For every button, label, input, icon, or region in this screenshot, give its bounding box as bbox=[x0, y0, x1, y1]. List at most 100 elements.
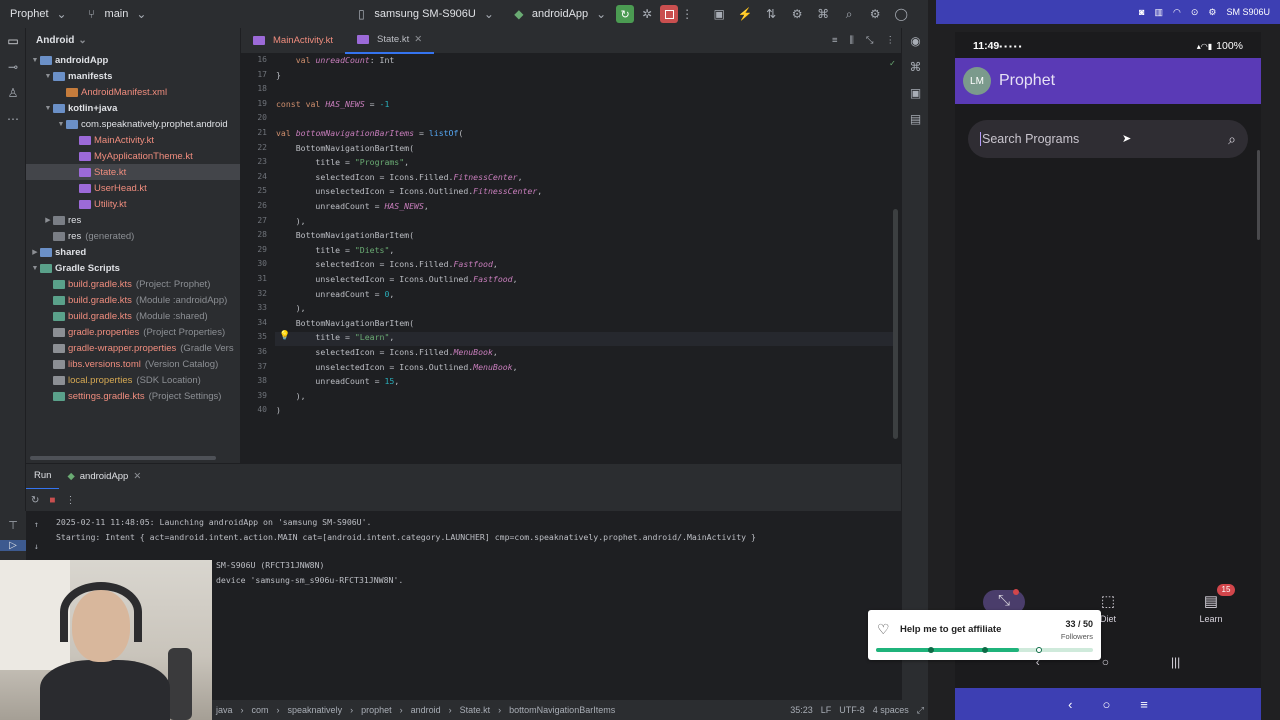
nav-item-learn[interactable]: ▤ Learn bbox=[1181, 592, 1241, 624]
search-icon[interactable]: ⌕ bbox=[1228, 131, 1236, 148]
breadcrumb-item[interactable]: State.kt bbox=[456, 705, 495, 715]
breadcrumb-item[interactable]: android bbox=[407, 705, 445, 715]
reader-mode-icon[interactable]: ≡ bbox=[826, 35, 844, 46]
cursor-position[interactable]: 35:23 bbox=[786, 705, 817, 715]
tree-item[interactable]: res (generated) bbox=[26, 228, 240, 244]
lightbulb-icon[interactable]: 💡 bbox=[279, 331, 290, 341]
stop-button[interactable] bbox=[660, 5, 679, 23]
tree-item[interactable]: ▶ shared bbox=[26, 244, 240, 260]
notifications-icon[interactable]: ◉ bbox=[902, 28, 929, 54]
chevron-down-icon[interactable]: ▼ bbox=[43, 73, 53, 80]
rerun-button[interactable]: ↻ bbox=[616, 5, 635, 23]
close-icon[interactable]: ✕ bbox=[414, 34, 422, 45]
vibrate-icon[interactable]: ▥ bbox=[1154, 7, 1163, 18]
chevron-down-icon[interactable]: ▼ bbox=[30, 57, 40, 64]
tree-item[interactable]: build.gradle.kts (Module :androidApp) bbox=[26, 292, 240, 308]
close-icon[interactable]: ✕ bbox=[133, 471, 141, 482]
terminal-icon[interactable]: ⊤ bbox=[0, 519, 26, 532]
run-config-tab[interactable]: ◆ androidApp ✕ bbox=[59, 471, 149, 482]
debug-icon[interactable]: ✲ bbox=[638, 7, 656, 21]
run-icon[interactable]: ▷ bbox=[0, 540, 26, 551]
back-icon[interactable]: ‹ bbox=[1068, 697, 1072, 712]
tree-item[interactable]: AndroidManifest.xml bbox=[26, 84, 240, 100]
tree-item[interactable]: ▶ res bbox=[26, 212, 240, 228]
run-config-selector[interactable]: ◆ androidApp ⌄ bbox=[504, 7, 616, 21]
headphones-icon[interactable]: ◠ bbox=[1173, 7, 1181, 18]
settings-icon[interactable]: ⚙ bbox=[866, 7, 884, 21]
run-tab[interactable]: Run bbox=[26, 464, 60, 490]
chevron-right-icon[interactable]: ▶ bbox=[30, 248, 40, 256]
more-tools-icon[interactable]: ⋯ bbox=[0, 106, 26, 132]
tree-item[interactable]: ▼ com.speaknatively.prophet.android bbox=[26, 116, 240, 132]
tree-item[interactable]: settings.gradle.kts (Project Settings) bbox=[26, 388, 240, 404]
tree-item[interactable]: UserHead.kt bbox=[26, 180, 240, 196]
breadcrumb-item[interactable]: com bbox=[248, 705, 273, 715]
rerun-icon[interactable]: ↻ bbox=[31, 495, 39, 506]
tree-item[interactable]: gradle.properties (Project Properties) bbox=[26, 324, 240, 340]
code-editor[interactable]: 16 val unreadCount: Int 17} 18 19 const val … bbox=[241, 54, 901, 463]
project-switcher[interactable]: Prophet ⌄ bbox=[0, 7, 77, 21]
more-icon[interactable]: ⋮ bbox=[65, 495, 75, 506]
tree-item[interactable]: MainActivity.kt bbox=[26, 132, 240, 148]
more-icon[interactable]: ⋮ bbox=[678, 7, 696, 21]
search-icon[interactable]: ⌕ bbox=[840, 7, 858, 22]
sync-icon[interactable]: ⇅ bbox=[762, 7, 780, 21]
more-icon[interactable]: ⋮ bbox=[880, 35, 902, 46]
tree-item[interactable]: ▼ kotlin+java bbox=[26, 100, 240, 116]
tree-item[interactable]: MyApplicationTheme.kt bbox=[26, 148, 240, 164]
apply-changes-icon[interactable]: ⚡ bbox=[736, 7, 754, 21]
emulator-icon[interactable]: ▤ bbox=[902, 106, 929, 132]
file-encoding[interactable]: UTF-8 bbox=[835, 705, 869, 715]
tree-item[interactable]: libs.versions.toml (Version Catalog) bbox=[26, 356, 240, 372]
tab-state[interactable]: State.kt ✕ bbox=[345, 28, 435, 54]
device-manager-icon[interactable]: ▣ bbox=[710, 7, 728, 21]
device-explorer-icon[interactable]: ▣ bbox=[902, 80, 929, 106]
down-arrow-icon[interactable]: ↓ bbox=[34, 541, 39, 551]
device-link[interactable]: SM-S906U (RFCT31JNW8N) bbox=[216, 560, 324, 570]
gradle-icon[interactable]: ⌘ bbox=[902, 54, 929, 80]
tree-item[interactable]: ▼ manifests bbox=[26, 68, 240, 84]
tab-main-activity[interactable]: MainActivity.kt bbox=[241, 28, 345, 54]
chevron-down-icon[interactable]: ▼ bbox=[56, 121, 66, 128]
build-icon[interactable]: ⚙ bbox=[788, 7, 806, 21]
tree-item[interactable]: build.gradle.kts (Module :shared) bbox=[26, 308, 240, 324]
stop-icon[interactable]: ■ bbox=[49, 495, 55, 506]
gear-icon[interactable]: ⚙ bbox=[1208, 7, 1216, 18]
tree-item[interactable]: gradle-wrapper.properties (Gradle Vers bbox=[26, 340, 240, 356]
tree-item[interactable]: local.properties (SDK Location) bbox=[26, 372, 240, 388]
tree-item[interactable]: ▼ androidApp bbox=[26, 52, 240, 68]
camera-icon[interactable]: ◙ bbox=[1139, 7, 1144, 17]
avatar[interactable]: LM bbox=[963, 67, 991, 95]
collapse-icon[interactable]: ⤡ bbox=[860, 35, 880, 46]
branch-switcher[interactable]: ⑂ main ⌄ bbox=[77, 7, 157, 21]
project-view-icon[interactable]: ▭ bbox=[0, 28, 26, 54]
chevron-down-icon[interactable]: ▼ bbox=[43, 105, 53, 112]
commit-icon[interactable]: ⊸ bbox=[0, 54, 26, 80]
chevron-right-icon[interactable]: ▶ bbox=[43, 216, 53, 224]
translate-icon[interactable]: ⌘ bbox=[814, 7, 832, 21]
phone-scrollbar[interactable] bbox=[1257, 150, 1260, 240]
device-selector[interactable]: ▯ samsung SM-S906U ⌄ bbox=[346, 7, 504, 21]
indent-setting[interactable]: 4 spaces bbox=[869, 705, 913, 715]
breadcrumb-item[interactable]: java bbox=[212, 705, 237, 715]
split-icon[interactable]: ⫼ bbox=[844, 35, 860, 46]
horizontal-scrollbar[interactable] bbox=[30, 456, 216, 460]
menu-icon[interactable]: ≡ bbox=[1140, 697, 1148, 712]
resource-manager-icon[interactable]: ♙ bbox=[0, 80, 26, 106]
project-view-selector[interactable]: Android ⌄ bbox=[26, 28, 240, 52]
tree-item[interactable]: State.kt bbox=[26, 164, 240, 180]
home-icon[interactable]: ○ bbox=[1102, 655, 1109, 669]
tree-item[interactable]: build.gradle.kts (Project: Prophet) bbox=[26, 276, 240, 292]
account-icon[interactable]: ◯ bbox=[892, 7, 910, 21]
vertical-scrollbar[interactable] bbox=[893, 209, 898, 439]
search-input[interactable]: Search Programs ⌕ bbox=[968, 120, 1248, 158]
breadcrumb-item[interactable]: speaknatively bbox=[284, 705, 347, 715]
up-arrow-icon[interactable]: ↑ bbox=[34, 519, 39, 529]
chevron-down-icon[interactable]: ▼ bbox=[30, 265, 40, 272]
tree-item[interactable]: Utility.kt bbox=[26, 196, 240, 212]
tree-item[interactable]: ▼ Gradle Scripts bbox=[26, 260, 240, 276]
breadcrumb-item[interactable]: prophet bbox=[357, 705, 396, 715]
line-separator[interactable]: LF bbox=[817, 705, 836, 715]
recents-icon[interactable]: ||| bbox=[1171, 655, 1180, 669]
breadcrumb-item[interactable]: bottomNavigationBarItems bbox=[505, 705, 619, 715]
